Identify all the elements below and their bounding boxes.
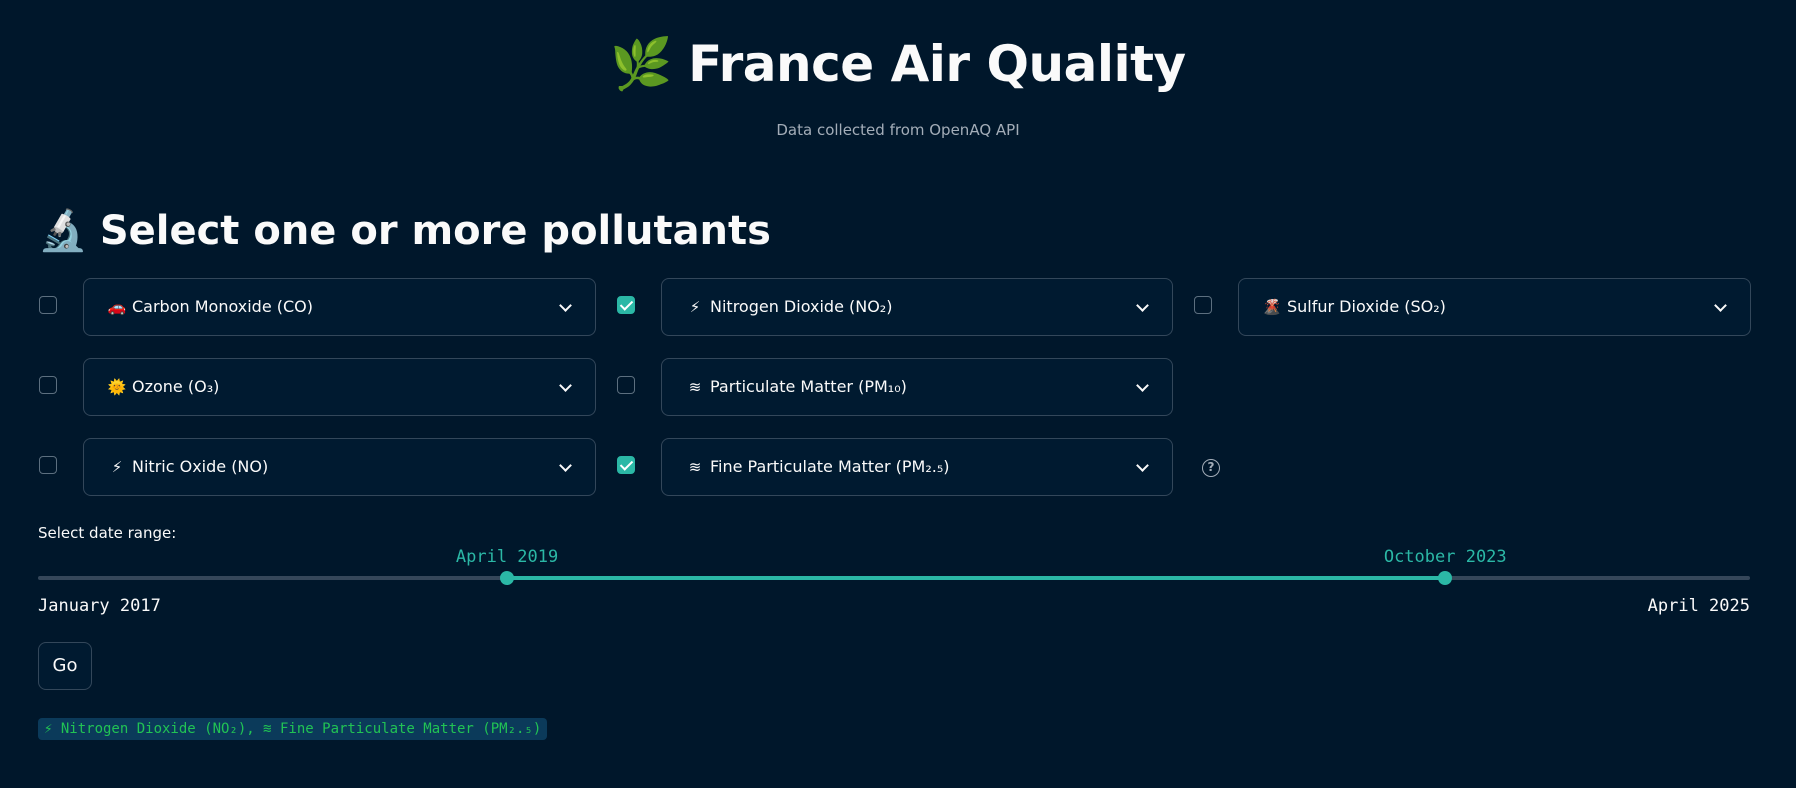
slider-start-handle[interactable] <box>500 571 515 585</box>
help-icon[interactable]: ? <box>1202 459 1220 477</box>
page-title-text: France Air Quality <box>688 35 1186 93</box>
select-nitrogen-dioxide[interactable]: ⚡ Nitrogen Dioxide (NO₂) <box>661 278 1173 336</box>
select-fine-particulate-matter[interactable]: ≋ Fine Particulate Matter (PM₂.₅) <box>661 438 1173 496</box>
slider-min-label: January 2017 <box>38 596 161 616</box>
date-range-slider[interactable] <box>38 576 1750 580</box>
select-particulate-matter[interactable]: ≋ Particulate Matter (PM₁₀) <box>661 358 1173 416</box>
lightning-icon: ⚡ <box>689 298 701 316</box>
volcano-icon: 🌋 <box>1262 298 1282 316</box>
select-label: Ozone (O₃) <box>132 377 220 396</box>
chevron-down-icon[interactable] <box>557 299 573 315</box>
lightning-icon: ⚡ <box>111 458 123 476</box>
select-label: Nitric Oxide (NO) <box>132 457 269 476</box>
checkbox-nitrogen-dioxide[interactable] <box>617 296 635 314</box>
app-page: 🌿 France Air Quality Data collected from … <box>0 0 1796 788</box>
select-ozone[interactable]: 🌞 Ozone (O₃) <box>83 358 596 416</box>
checkbox-particulate-matter[interactable] <box>617 376 635 394</box>
chevron-down-icon[interactable] <box>1134 299 1150 315</box>
select-sulfur-dioxide[interactable]: 🌋 Sulfur Dioxide (SO₂) <box>1238 278 1751 336</box>
select-label: Fine Particulate Matter (PM₂.₅) <box>710 457 950 476</box>
sun-icon: 🌞 <box>107 378 127 396</box>
select-label: Particulate Matter (PM₁₀) <box>710 377 907 396</box>
chevron-down-icon[interactable] <box>1134 379 1150 395</box>
page-subtitle: Data collected from OpenAQ API <box>776 121 1020 139</box>
slider-start-value: April 2019 <box>455 547 559 567</box>
chevron-down-icon[interactable] <box>557 459 573 475</box>
checkbox-sulfur-dioxide[interactable] <box>1194 296 1212 314</box>
select-nitric-oxide[interactable]: ⚡ Nitric Oxide (NO) <box>83 438 596 496</box>
wave-icon: ≋ <box>688 378 702 396</box>
microscope-icon: 🔬 <box>38 208 88 254</box>
checkbox-carbon-monoxide[interactable] <box>39 296 57 314</box>
section-heading-text: Select one or more pollutants <box>99 208 771 254</box>
date-range-label: Select date range: <box>38 524 177 542</box>
section-heading: 🔬 Select one or more pollutants <box>38 203 771 259</box>
slider-selected-range <box>507 576 1446 580</box>
checkbox-nitric-oxide[interactable] <box>39 456 57 474</box>
slider-max-label: April 2025 <box>1647 596 1750 616</box>
checkbox-fine-particulate-matter[interactable] <box>617 456 635 474</box>
wave-icon: ≋ <box>688 458 702 476</box>
chevron-down-icon[interactable] <box>1134 459 1150 475</box>
slider-end-handle[interactable] <box>1438 571 1453 585</box>
select-carbon-monoxide[interactable]: 🚗 Carbon Monoxide (CO) <box>83 278 596 336</box>
selected-pollutants-summary: ⚡ Nitrogen Dioxide (NO₂), ≋ Fine Particu… <box>38 718 548 740</box>
page-title: 🌿 France Air Quality <box>0 30 1796 98</box>
select-label: Sulfur Dioxide (SO₂) <box>1287 297 1446 316</box>
chevron-down-icon[interactable] <box>1712 299 1728 315</box>
slider-end-value: October 2023 <box>1383 547 1507 567</box>
checkbox-ozone[interactable] <box>39 376 57 394</box>
select-label: Nitrogen Dioxide (NO₂) <box>710 297 893 316</box>
select-label: Carbon Monoxide (CO) <box>132 297 314 316</box>
herb-icon: 🌿 <box>610 35 673 93</box>
chevron-down-icon[interactable] <box>557 379 573 395</box>
go-button[interactable]: Go <box>38 642 92 690</box>
car-icon: 🚗 <box>107 298 127 316</box>
